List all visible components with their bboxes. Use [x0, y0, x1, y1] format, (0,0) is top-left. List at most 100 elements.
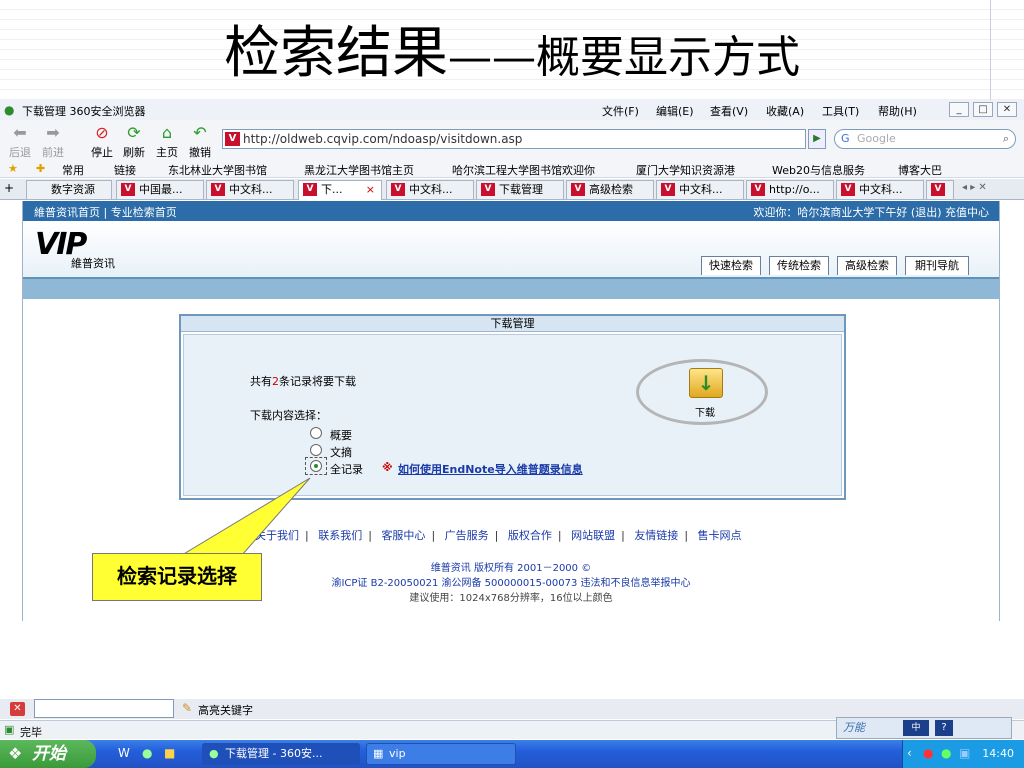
- tab-overflow[interactable]: V: [926, 180, 954, 199]
- menu-file[interactable]: 文件(F): [602, 103, 639, 119]
- tab-advanced-search[interactable]: V 高级检索: [566, 180, 654, 199]
- footer-link-cards[interactable]: 售卡网点: [698, 529, 742, 542]
- nav-tab-journal-nav[interactable]: 期刊导航: [905, 256, 969, 275]
- ime-help-icon[interactable]: ?: [935, 720, 953, 736]
- footer-link-ads[interactable]: 广告服务: [445, 529, 489, 542]
- site-favicon-icon: V: [225, 132, 240, 146]
- radio-abstract-label: 文摘: [330, 446, 352, 459]
- tab-zhongwen-2[interactable]: V 中文科...: [386, 180, 474, 199]
- quicklaunch-browser-icon[interactable]: ●: [142, 746, 152, 760]
- fav-common[interactable]: 常用: [62, 162, 84, 178]
- note-mark: ※: [382, 461, 393, 474]
- endnote-help-link[interactable]: 如何使用EndNote导入维普题录信息: [398, 461, 583, 477]
- nav-tab-quick-search[interactable]: 快速检索: [701, 256, 761, 275]
- vip-top-nav: 維普资讯首页 | 专业检索首页 欢迎你：哈尔滨商业大学下午好 (退出) 充值中心: [23, 201, 999, 221]
- tray-qq-icon[interactable]: ●: [923, 746, 933, 760]
- stop-button[interactable]: ⊘ 停止: [88, 122, 116, 160]
- home-icon: ⌂: [161, 123, 173, 142]
- download-label[interactable]: 下载: [695, 404, 715, 419]
- stop-icon: ⊘: [95, 123, 109, 142]
- footer-link-copyright[interactable]: 版权合作: [508, 529, 552, 542]
- panel-title: 下载管理: [181, 316, 844, 332]
- refresh-button[interactable]: ⟳ 刷新: [120, 122, 148, 160]
- fav-links[interactable]: 链接: [114, 162, 136, 178]
- tab-scroll-icon[interactable]: ◂ ▸ ✕: [962, 182, 987, 193]
- topnav-welcome[interactable]: 欢迎你：哈尔滨商业大学下午好 (退出) 充值中心: [753, 204, 989, 220]
- menu-view[interactable]: 查看(V): [710, 103, 748, 119]
- close-tab-icon[interactable]: ×: [366, 181, 375, 198]
- go-button[interactable]: ▶: [808, 129, 826, 149]
- download-folder-icon[interactable]: ↓: [689, 368, 723, 398]
- footer-link-alliance[interactable]: 网站联盟: [571, 529, 615, 542]
- fav-nefu-library[interactable]: 东北林业大学图书馆: [168, 162, 267, 178]
- tab-zhongwen-1[interactable]: V 中文科...: [206, 180, 294, 199]
- close-window-button[interactable]: ✕: [997, 102, 1017, 117]
- task-browser-icon: ●: [209, 747, 219, 760]
- start-button[interactable]: ❖ 开始: [0, 740, 96, 768]
- new-tab-icon[interactable]: +: [4, 181, 14, 195]
- fav-web20[interactable]: Web20与信息服务: [772, 162, 865, 178]
- tab-cnki[interactable]: V 中国最...: [116, 180, 204, 199]
- search-input[interactable]: G Google ⌕: [834, 129, 1016, 149]
- minimize-button[interactable]: _: [949, 102, 969, 117]
- tab-bar: + 数字资源 V 中国最... V 中文科... V 下... × V 中文科... V下…: [0, 179, 1024, 200]
- radio-summary[interactable]: [310, 427, 322, 439]
- task-vip[interactable]: ▦ vip: [366, 743, 516, 765]
- menu-edit[interactable]: 编辑(E): [656, 103, 694, 119]
- menu-favorites[interactable]: 收藏(A): [766, 103, 804, 119]
- tab-zhongwen-3[interactable]: V 中文科...: [656, 180, 744, 199]
- menu-help[interactable]: 帮助(H): [878, 103, 917, 119]
- fav-hrbeu-library[interactable]: 哈尔滨工程大学图书馆欢迎你: [452, 162, 595, 178]
- nav-tab-traditional-search[interactable]: 传统检索: [769, 256, 829, 275]
- slide-title-dash: ——: [448, 32, 536, 83]
- find-input[interactable]: [34, 699, 174, 718]
- task-browser[interactable]: ● 下载管理 - 360安...: [202, 743, 360, 765]
- tab-http[interactable]: Vhttp://o...: [746, 180, 834, 199]
- search-magnifier-icon[interactable]: ⌕: [1003, 130, 1009, 148]
- favorites-star-icon[interactable]: ★: [8, 162, 18, 175]
- footer-link-contact[interactable]: 联系我们: [318, 529, 362, 542]
- nav-tab-advanced-search[interactable]: 高级检索: [837, 256, 897, 275]
- browser-titlebar: ● 下载管理 360安全浏览器 文件(F) 编辑(E) 查看(V) 收藏(A) …: [0, 100, 1024, 120]
- footer-link-about[interactable]: 关于我们: [255, 529, 299, 542]
- undo-button[interactable]: ↶ 撤销: [186, 122, 214, 160]
- quicklaunch-folder-icon[interactable]: ■: [164, 746, 175, 760]
- favorites-bar: ★ ✚ 常用 链接 东北林业大学图书馆 黑龙江大学图书馆主页 哈尔滨工程大学图书…: [0, 160, 1024, 178]
- find-close-icon[interactable]: ✕: [10, 702, 25, 716]
- maximize-button[interactable]: □: [973, 102, 993, 117]
- footer-link-friends[interactable]: 友情链接: [634, 529, 678, 542]
- radio-abstract[interactable]: [310, 444, 322, 456]
- tray-arrow-icon[interactable]: ‹: [907, 746, 912, 760]
- content-select-label: 下载内容选择：: [250, 409, 327, 422]
- highlight-pen-icon: ✎: [182, 701, 193, 715]
- tab-download-active[interactable]: V 下... ×: [298, 180, 382, 200]
- menu-tools[interactable]: 工具(T): [822, 103, 859, 119]
- footer-link-service[interactable]: 客服中心: [381, 529, 425, 542]
- home-button[interactable]: ⌂ 主页: [152, 122, 182, 160]
- topnav-links[interactable]: 維普资讯首页 | 专业检索首页: [34, 204, 177, 220]
- tray-network-icon[interactable]: ▣: [959, 746, 970, 760]
- search-engine-icon: G: [841, 132, 850, 145]
- quicklaunch-word-icon[interactable]: W: [118, 746, 130, 760]
- radio-full-record[interactable]: [310, 460, 322, 472]
- slide-title-main: 检索结果: [224, 21, 448, 86]
- highlight-keyword-button[interactable]: 高亮关键字: [198, 702, 253, 718]
- forward-button[interactable]: ➡ 前进: [38, 122, 68, 160]
- fav-xmu-resources[interactable]: 厦门大学知识资源港: [636, 162, 735, 178]
- tab-zhongwen-4[interactable]: V 中文科...: [836, 180, 924, 199]
- add-favorite-icon[interactable]: ✚: [36, 162, 45, 175]
- address-bar[interactable]: V http://oldweb.cqvip.com/ndoasp/visitdo…: [222, 129, 806, 149]
- tab-digital-resources[interactable]: 数字资源: [26, 180, 112, 199]
- footer-links: 关于我们 | 联系我们 | 客服中心 | 广告服务 | 版权合作 | 网站联盟 | 友情链接…: [255, 529, 742, 542]
- fav-hlju-library[interactable]: 黑龙江大学图书馆主页: [304, 162, 414, 178]
- clock: 14:40: [982, 747, 1014, 760]
- fav-blogbus[interactable]: 博客大巴: [898, 162, 942, 178]
- ime-mode-icon[interactable]: 中: [903, 720, 929, 736]
- tray-security-icon[interactable]: ●: [941, 746, 951, 760]
- download-panel: 下载管理 共有2条记录将要下载 下载内容选择： 概要 文摘 全记录 ※ 如何使用…: [179, 314, 846, 500]
- back-button[interactable]: ⬅ 后退: [6, 122, 34, 160]
- language-bar[interactable]: 万能 中 ?: [836, 717, 1012, 739]
- tab-download-manager[interactable]: V 下载管理: [476, 180, 564, 199]
- blue-band: [23, 277, 999, 299]
- record-count: 2: [272, 375, 279, 388]
